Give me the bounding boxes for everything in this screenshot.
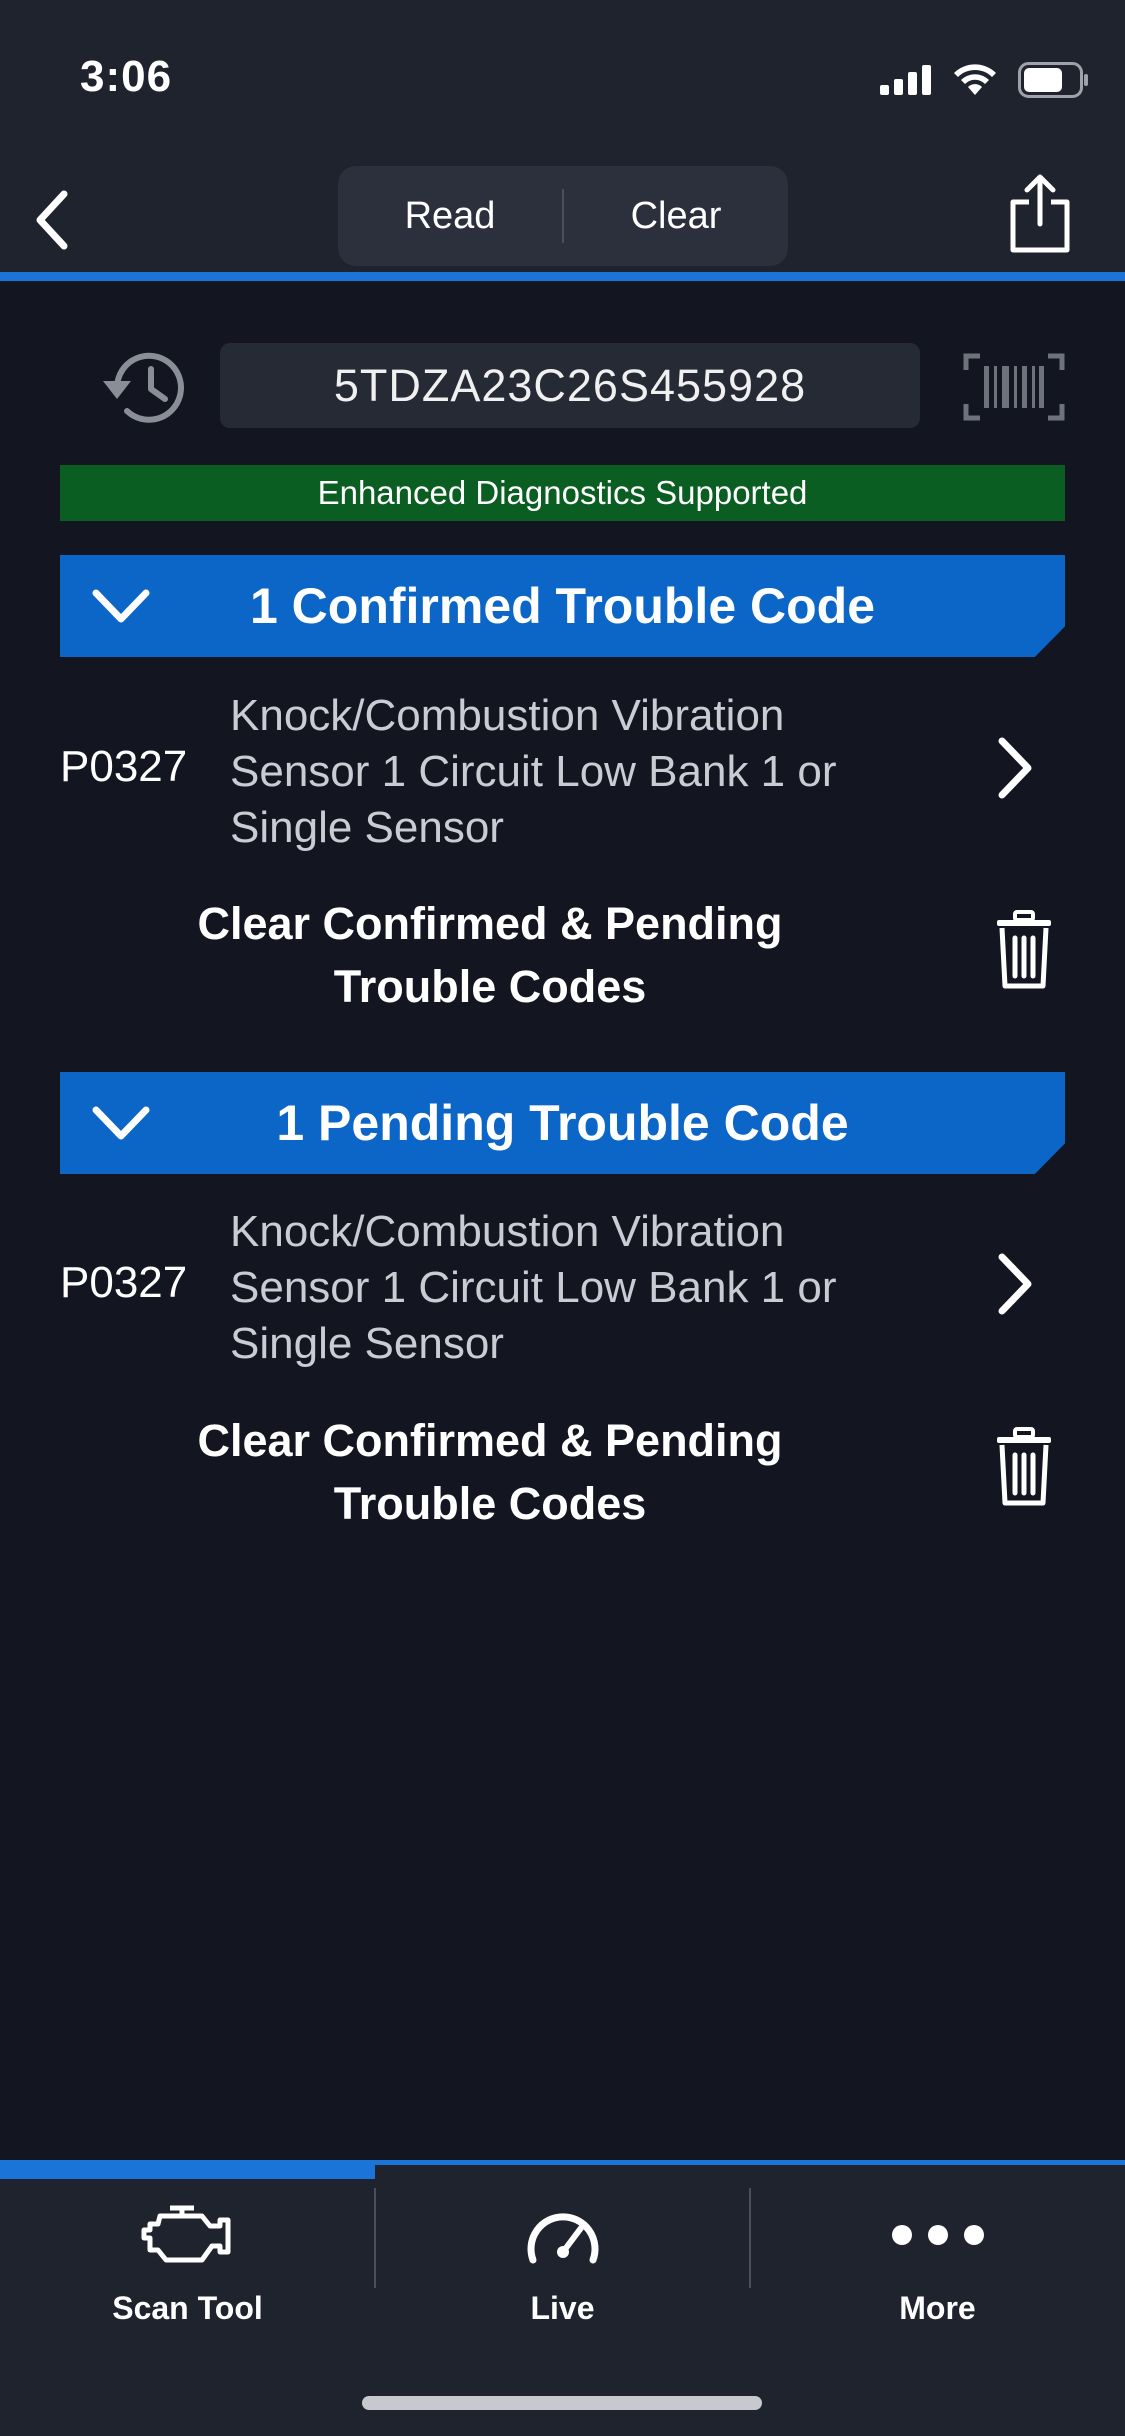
trouble-code-row[interactable]: P0327 Knock/Combustion Vibration Sensor … [60,1204,1065,1379]
section-title: 1 Pending Trouble Code [276,1095,849,1151]
tab-label: More [899,2290,976,2326]
clear-codes-row[interactable]: Clear Confirmed & Pending Trouble Codes [60,1409,1065,1529]
history-button[interactable] [97,345,187,430]
trouble-code: P0327 [60,1258,188,1307]
status-icons [880,60,1090,100]
trouble-code: P0327 [60,742,188,791]
pending-codes-header[interactable]: 1 Pending Trouble Code [60,1072,1065,1174]
battery-icon [1018,62,1088,98]
trouble-code-description: Knock/Combustion Vibration Sensor 1 Circ… [230,1207,837,1368]
enhanced-diagnostics-banner: Enhanced Diagnostics Supported [60,465,1065,521]
wifi-icon [954,64,996,95]
confirmed-codes-header[interactable]: 1 Confirmed Trouble Code [60,555,1065,657]
more-dots-icon [891,2225,984,2245]
clear-codes-row[interactable]: Clear Confirmed & Pending Trouble Codes [60,892,1065,1012]
home-indicator[interactable] [362,2396,762,2410]
vin-field[interactable]: 5TDZA23C26S455928 [220,343,920,428]
segment-clear[interactable]: Clear [564,195,788,238]
gauge-icon [527,2213,598,2264]
barcode-scan-button[interactable] [962,352,1066,422]
section-title: 1 Confirmed Trouble Code [249,578,876,634]
tab-label: Scan Tool [112,2290,263,2326]
tab-label: Live [530,2290,595,2326]
engine-icon [141,2205,230,2263]
clear-codes-button[interactable]: Clear Confirmed & Pending Trouble Codes [160,1409,820,1535]
trouble-code-description: Knock/Combustion Vibration Sensor 1 Circ… [230,691,837,852]
share-icon [1010,174,1070,253]
chevron-right-icon [998,1253,1032,1315]
tab-more[interactable]: More [750,2190,1125,2340]
tab-active-indicator [0,2165,375,2179]
chevron-left-icon [36,190,68,250]
barcode-icon [963,353,1065,421]
segment-read[interactable]: Read [338,195,562,238]
share-button[interactable] [1005,172,1075,254]
history-icon [103,352,184,423]
trouble-code-row[interactable]: P0327 Knock/Combustion Vibration Sensor … [60,688,1065,863]
status-bar: 3:06 [0,0,1125,165]
clear-codes-button[interactable]: Clear Confirmed & Pending Trouble Codes [160,892,820,1018]
cellular-signal-icon [880,65,931,95]
chevron-right-icon [998,737,1032,799]
trash-icon[interactable] [993,910,1055,990]
tab-scan-tool[interactable]: Scan Tool [0,2190,375,2340]
nav-accent-line [0,272,1125,281]
tab-live[interactable]: Live [375,2190,750,2340]
read-clear-segmented-control: Read Clear [338,166,788,266]
trash-icon[interactable] [993,1427,1055,1507]
status-time: 3:06 [80,52,173,101]
back-button[interactable] [22,185,82,255]
